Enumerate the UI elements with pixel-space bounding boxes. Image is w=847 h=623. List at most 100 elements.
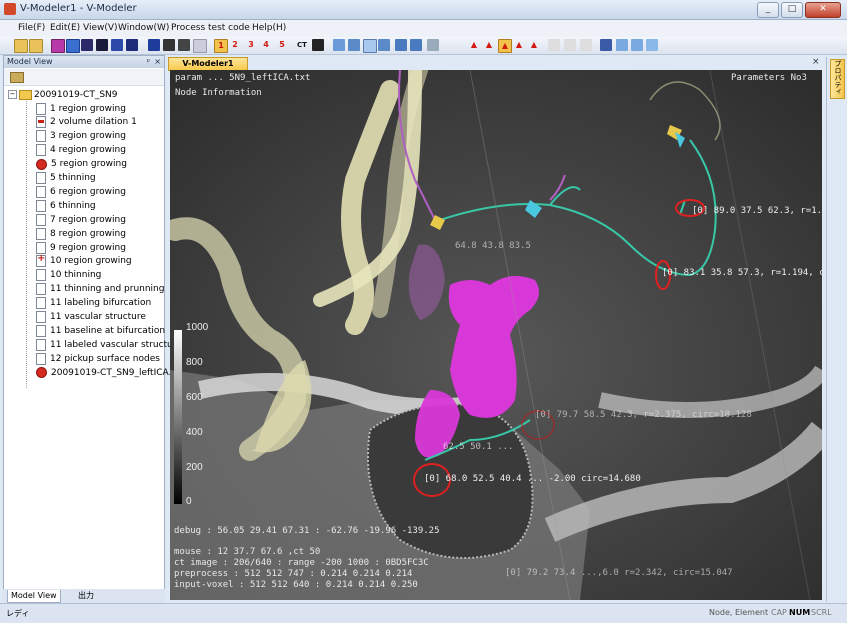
tree-item-label: 11 labeling bifurcation (50, 298, 152, 309)
tree-item[interactable]: 3 region growing (36, 130, 126, 143)
view-icon-1[interactable] (333, 39, 345, 51)
tree-item[interactable]: 4 region growing (36, 144, 126, 157)
tree-item[interactable]: 2 volume dilation 1 (36, 116, 137, 129)
tree-item[interactable]: 10 region growing (36, 253, 132, 268)
seg-icon-1[interactable] (548, 39, 560, 51)
tree-item[interactable]: 9 region growing (36, 241, 126, 254)
blue-tool-icon[interactable] (66, 39, 80, 53)
blue-tool-icon-3[interactable] (126, 39, 138, 51)
menu-test-code[interactable]: test code (208, 23, 250, 33)
marker-icon-1[interactable]: ▲ (468, 39, 480, 51)
grid-icon[interactable] (193, 39, 207, 53)
collapse-icon[interactable]: − (8, 90, 17, 99)
3d-viewport[interactable]: param ... 5N9_leftICA.txt Node Informati… (170, 70, 822, 600)
tree-item[interactable]: 11 thinning and prunning (36, 283, 164, 296)
document-icon (36, 213, 46, 226)
run-icon[interactable] (600, 39, 612, 51)
red-ball-icon (36, 158, 47, 170)
tab-model-view[interactable]: Model View (7, 590, 61, 603)
seg-icon-2[interactable] (564, 39, 576, 51)
tree-item-label: 1 region growing (50, 103, 126, 114)
view-icon-2[interactable] (348, 39, 360, 51)
tree-item[interactable]: 11 labeling bifurcation (36, 297, 151, 310)
tree-item-label: 3 region growing (50, 131, 126, 142)
tree-item[interactable]: 1 region growing (36, 102, 126, 115)
tree-item[interactable]: 6 region growing (36, 185, 126, 198)
tree-item-label: 11 labeled vascular structure (50, 339, 182, 350)
view-icon-6[interactable] (410, 39, 422, 51)
step-3-button[interactable]: 3 (245, 39, 257, 51)
tree-item-label: 10 region growing (50, 256, 132, 267)
tree-item[interactable]: 10 thinning (36, 269, 101, 282)
tool-icon-c[interactable] (646, 39, 658, 51)
doc-close-icon[interactable]: × (812, 57, 820, 67)
maximize-button[interactable]: □ (781, 2, 803, 18)
minimize-button[interactable]: _ (757, 2, 779, 18)
scale-label-1000: 1000 (186, 322, 209, 333)
tree-item[interactable]: 5 region growing (36, 158, 127, 171)
tree-item[interactable]: 7 region growing (36, 213, 126, 226)
tree-item[interactable]: 8 region growing (36, 227, 126, 240)
tree-item[interactable]: 12 pickup surface nodes (36, 352, 160, 365)
blue-tool-icon-2[interactable] (111, 39, 123, 51)
pane-close-icon[interactable]: × (154, 56, 161, 68)
tree-item[interactable]: 5 thinning (36, 172, 96, 185)
printer-icon[interactable] (178, 39, 190, 51)
tree-item[interactable]: 11 vascular structure (36, 311, 146, 324)
dark-tool-icon-2[interactable] (96, 39, 108, 51)
model-view-title: Model View (7, 57, 53, 66)
tab-properties[interactable]: プロパティ (830, 59, 845, 99)
node-label-4: [0] 79.7 58.5 42.3, r=2.375, circ=18.128 (535, 410, 752, 420)
node-label-1: [0] 89.0 37.5 62.3, r=1.219 (692, 206, 822, 216)
menu-file[interactable]: File(F) (18, 23, 45, 33)
tool-icon-a[interactable] (616, 39, 628, 51)
camera-icon[interactable] (163, 39, 175, 51)
layer-icon[interactable] (148, 39, 160, 51)
tree-item[interactable]: 11 labeled vascular structure (36, 338, 182, 351)
ct-button[interactable]: CT (296, 39, 308, 51)
menu-edit[interactable]: Edit(E) (50, 23, 80, 33)
tab-output[interactable]: 出力 (75, 590, 97, 602)
marker-icon-4[interactable]: ▲ (513, 39, 525, 51)
open-folder-icon[interactable] (29, 39, 43, 53)
menu-process[interactable]: Process (171, 23, 205, 33)
tree-item[interactable]: 6 thinning (36, 199, 96, 212)
tree-item[interactable]: 20091019-CT_SN9_leftICA.txt (36, 366, 184, 379)
view-icon-4[interactable] (378, 39, 390, 51)
view-icon-3[interactable] (363, 39, 377, 53)
status-num: NUM (789, 608, 811, 617)
step-2-button[interactable]: 2 (229, 39, 241, 51)
close-button[interactable]: ✕ (805, 2, 841, 18)
new-file-icon[interactable] (14, 39, 28, 53)
view-icon-7[interactable] (427, 39, 439, 51)
node-label-2: [0] 83.1 35.8 57.3, r=1.194, circ (662, 268, 822, 278)
document-icon (36, 185, 46, 198)
dark-tool-icon[interactable] (81, 39, 93, 51)
document-icon (36, 172, 46, 184)
marker-icon-5[interactable]: ▲ (528, 39, 540, 51)
tree-root[interactable]: − 20091019-CT_SN9 (8, 88, 118, 101)
step-1-button[interactable]: 1 (214, 39, 228, 53)
menu-window[interactable]: Window(W) (118, 23, 169, 33)
tool-icon-b[interactable] (631, 39, 643, 51)
menu-help[interactable]: Help(H) (252, 23, 286, 33)
folder-icon[interactable] (10, 72, 24, 83)
render-icon[interactable] (312, 39, 324, 51)
pin-icon[interactable]: ᵖ (147, 56, 150, 68)
node-label-7: [0] 79.2 73.4 ...,6.0 r=2.342, circ=15.0… (505, 568, 733, 578)
marker-icon-3[interactable]: ▲ (498, 39, 512, 53)
document-icon (36, 199, 46, 212)
view-icon-5[interactable] (395, 39, 407, 51)
step-5-button[interactable]: 5 (276, 39, 288, 51)
tree-item[interactable]: 11 baseline at bifurcation (36, 324, 165, 337)
magenta-tool-icon[interactable] (51, 39, 65, 53)
seg-icon-3[interactable] (580, 39, 592, 51)
tree-item-label: 7 region growing (50, 214, 126, 225)
tab-v-modeler1[interactable]: V-Modeler1 (168, 57, 248, 71)
document-icon (36, 283, 46, 296)
document-icon (36, 297, 46, 310)
pane-tabs: Model View 出力 (3, 589, 165, 603)
marker-icon-2[interactable]: ▲ (483, 39, 495, 51)
step-4-button[interactable]: 4 (260, 39, 272, 51)
menu-view[interactable]: View(V) (83, 23, 118, 33)
